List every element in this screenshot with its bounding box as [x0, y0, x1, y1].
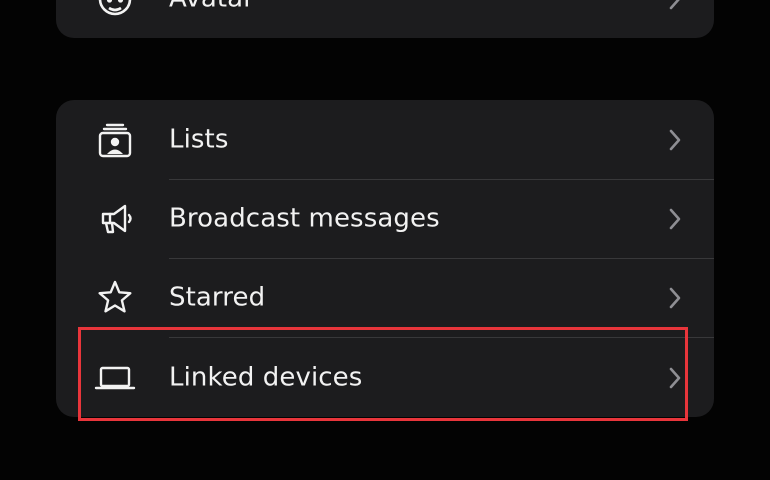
chevron-right-icon [668, 286, 682, 310]
settings-row-lists[interactable]: Lists [56, 100, 714, 179]
settings-group-main: Lists Broadcast messages Starred Linked … [56, 100, 714, 417]
laptop-icon [94, 357, 136, 399]
settings-row-avatar[interactable]: Avatar [56, 0, 714, 38]
settings-row-linked-devices[interactable]: Linked devices [56, 338, 714, 417]
chevron-right-icon [668, 207, 682, 231]
settings-row-label: Starred [169, 281, 266, 312]
chevron-right-icon [668, 0, 682, 11]
megaphone-icon [94, 198, 136, 240]
avatar-icon [94, 0, 136, 20]
lists-icon [94, 119, 136, 161]
settings-row-broadcast-messages[interactable]: Broadcast messages [56, 179, 714, 258]
chevron-right-icon [668, 366, 682, 390]
settings-row-label: Lists [169, 123, 229, 154]
settings-screen: Avatar Lists [0, 0, 770, 480]
chevron-right-icon [668, 128, 682, 152]
settings-group-top: Avatar [56, 0, 714, 38]
star-icon [94, 277, 136, 319]
settings-row-label: Broadcast messages [169, 202, 440, 233]
settings-row-label: Linked devices [169, 361, 363, 392]
settings-row-label: Avatar [169, 0, 254, 13]
settings-row-starred[interactable]: Starred [56, 258, 714, 337]
